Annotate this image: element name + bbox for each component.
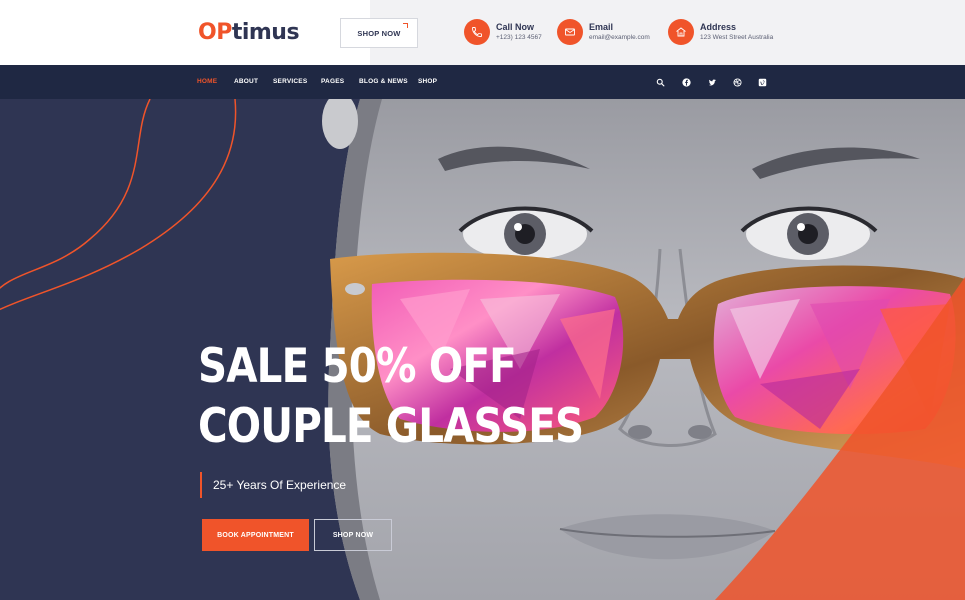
contact-email-label: Email <box>589 21 614 32</box>
contact-call[interactable]: Call Now +123) 123 4567 <box>464 19 542 45</box>
nav-item-about[interactable]: ABOUT <box>234 65 258 99</box>
search-icon[interactable] <box>654 76 666 88</box>
hero-title: SALE 50% OFF COUPLE GLASSES <box>198 337 584 457</box>
contact-address[interactable]: Address 123 West Street Australia <box>668 19 773 45</box>
hero-title-line-2: COUPLE GLASSES <box>198 399 584 454</box>
contact-address-value: 123 West Street Australia <box>700 33 774 41</box>
dribbble-icon[interactable] <box>731 76 743 88</box>
top-header: OPtimus SHOP NOW Call Now +123) 123 4567… <box>0 0 965 65</box>
contact-email-value: email@example.com <box>589 33 650 41</box>
hero-title-line-1: SALE 50% OFF <box>198 339 517 394</box>
header-shop-now-button[interactable]: SHOP NOW <box>340 18 418 48</box>
contact-call-value: +123) 123 4567 <box>496 33 542 41</box>
corner-accent-icon <box>403 23 408 28</box>
twitter-icon[interactable] <box>706 76 718 88</box>
facebook-icon[interactable] <box>680 76 692 88</box>
logo-accent-text: OP <box>198 20 232 45</box>
book-appointment-button[interactable]: BOOK APPOINTMENT <box>202 519 309 551</box>
main-nav: HOME ABOUT SERVICES PAGES BLOG & NEWS SH… <box>0 65 965 99</box>
logo-text: timus <box>231 20 300 45</box>
hero-shop-now-button[interactable]: SHOP NOW <box>314 519 392 551</box>
site-logo[interactable]: OPtimus <box>198 19 300 47</box>
home-icon <box>668 19 694 45</box>
header-shop-now-label: SHOP NOW <box>357 28 401 38</box>
nav-item-pages[interactable]: PAGES <box>321 65 344 99</box>
phone-icon <box>464 19 490 45</box>
contact-call-label: Call Now <box>496 21 535 32</box>
hero-banner: SALE 50% OFF COUPLE GLASSES 25+ Years Of… <box>0 99 965 600</box>
hero-subtitle: 25+ Years Of Experience <box>200 472 346 498</box>
contact-email[interactable]: Email email@example.com <box>557 19 650 45</box>
nav-item-blog-news[interactable]: BLOG & NEWS <box>359 65 408 99</box>
nav-item-home[interactable]: HOME <box>197 65 217 99</box>
nav-item-services[interactable]: SERVICES <box>273 65 307 99</box>
nav-item-shop[interactable]: SHOP <box>418 65 437 99</box>
contact-address-label: Address <box>700 21 737 32</box>
mail-icon <box>557 19 583 45</box>
vimeo-icon[interactable] <box>756 76 768 88</box>
